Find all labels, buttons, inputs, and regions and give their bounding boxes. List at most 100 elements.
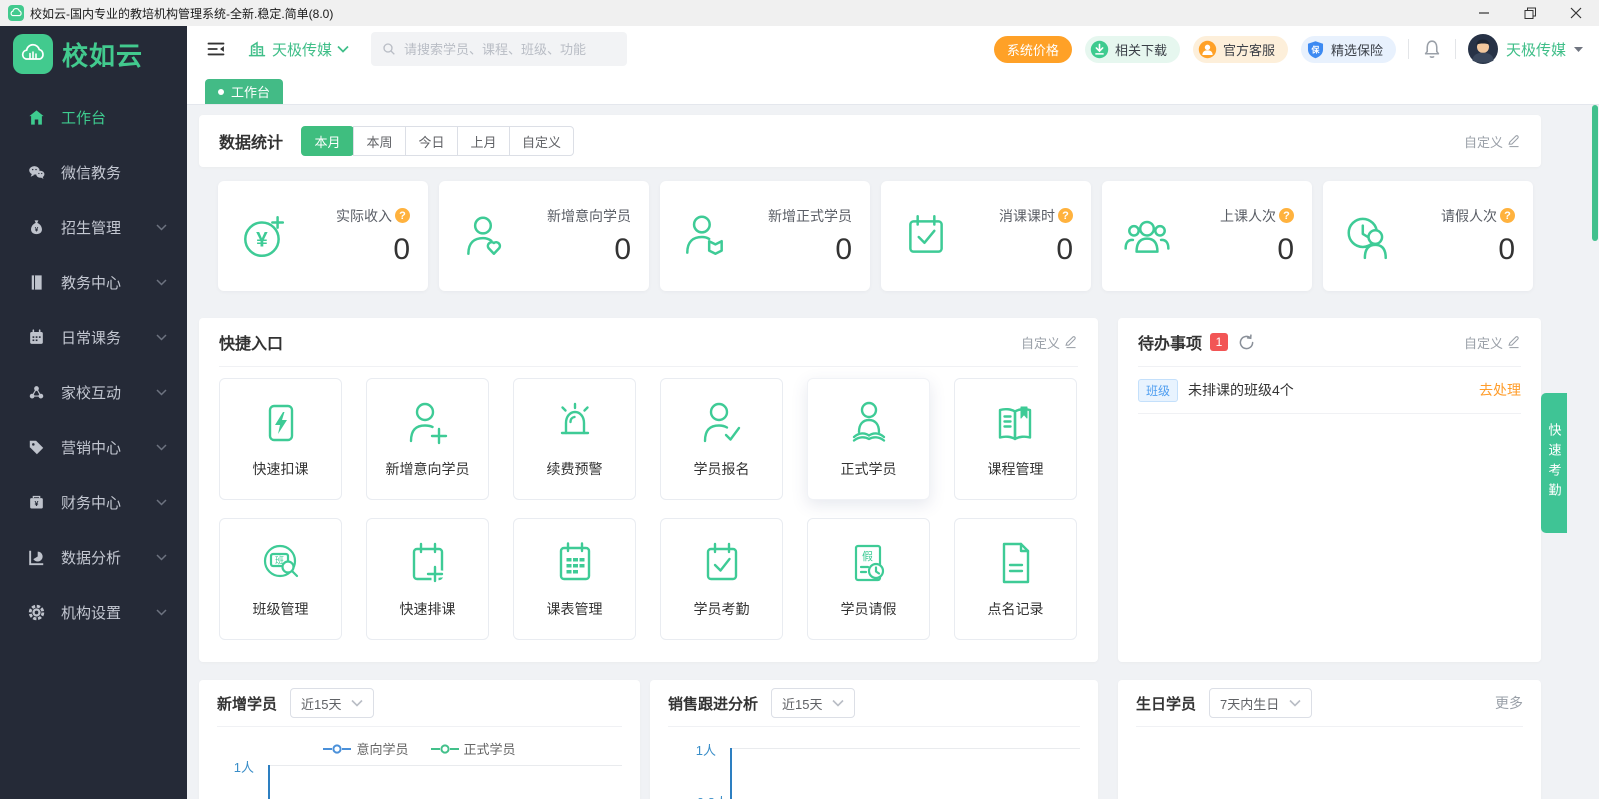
- pill-label: 精选保险: [1331, 40, 1383, 59]
- building-icon: [247, 39, 267, 59]
- quick-attendance-tab[interactable]: 快速考勤: [1541, 393, 1567, 533]
- legend-label: 意向学员: [356, 739, 408, 758]
- scrollbar-thumb[interactable]: [1592, 105, 1598, 241]
- shortcut-student-enroll[interactable]: 学员报名: [660, 378, 783, 500]
- shortcuts-panel: 快捷入口 自定义 快速扣课 新增意向学员 续费预警: [199, 318, 1098, 662]
- sidebar-item-enrollment[interactable]: ¥ 招生管理: [0, 200, 187, 255]
- stat-value: 0: [1056, 233, 1073, 267]
- sidebar-item-wechat[interactable]: 微信教务: [0, 145, 187, 200]
- system-price-button[interactable]: 系统价格: [994, 36, 1072, 63]
- shortcut-student-attendance[interactable]: 学员考勤: [660, 518, 783, 640]
- sidebar-item-settings[interactable]: 机构设置: [0, 585, 187, 640]
- shortcut-add-intent-student[interactable]: 新增意向学员: [366, 378, 489, 500]
- shortcut-renewal-warning[interactable]: 续费预警: [513, 378, 636, 500]
- insurance-button[interactable]: 保 精选保险: [1301, 36, 1396, 63]
- service-icon: [1198, 40, 1217, 59]
- stat-card-income[interactable]: ¥ 实际收入? 0: [218, 181, 428, 291]
- sidebar-item-marketing[interactable]: 营销中心: [0, 420, 187, 475]
- home-icon: [27, 108, 46, 127]
- filter-today[interactable]: 今日: [405, 126, 458, 156]
- close-button[interactable]: [1553, 0, 1599, 26]
- stat-label: 实际收入: [336, 206, 392, 226]
- tab-workbench[interactable]: 工作台: [205, 79, 283, 104]
- shortcut-timetable[interactable]: 课表管理: [513, 518, 636, 640]
- sidebar-item-finance[interactable]: ¥ 财务中心: [0, 475, 187, 530]
- collapse-menu-icon[interactable]: [205, 39, 227, 59]
- shortcut-student-leave[interactable]: 假 学员请假: [807, 518, 930, 640]
- refresh-icon[interactable]: [1238, 334, 1255, 351]
- chevron-down-icon: [1289, 699, 1301, 707]
- yuan-glyph: ¥: [256, 228, 268, 251]
- stat-card-new-intent-students[interactable]: 新增意向学员 0: [439, 181, 649, 291]
- filter-this-month[interactable]: 本月: [301, 126, 354, 156]
- pencil-icon: [1507, 335, 1521, 349]
- sidebar-item-home-school[interactable]: 家校互动: [0, 365, 187, 420]
- stat-label: 新增意向学员: [547, 206, 631, 226]
- shortcut-course-management[interactable]: 课程管理: [954, 378, 1077, 500]
- filter-this-week[interactable]: 本周: [353, 126, 406, 156]
- app-window: 校如云-国内专业的教培机构管理系统-全新.稳定.简单(8.0) 校如云 工作台: [0, 0, 1599, 799]
- help-icon[interactable]: ?: [1058, 208, 1073, 223]
- search-input[interactable]: [404, 42, 614, 57]
- org-switcher[interactable]: 天极传媒: [247, 39, 349, 60]
- share-icon: [27, 383, 46, 402]
- filter-custom[interactable]: 自定义: [509, 126, 574, 156]
- pill-label: 系统价格: [1007, 40, 1059, 59]
- shortcuts-customize-button[interactable]: 自定义: [1021, 333, 1078, 352]
- sidebar-item-academic[interactable]: 教务中心: [0, 255, 187, 310]
- legend-formal-students[interactable]: 正式学员: [431, 739, 516, 758]
- help-icon[interactable]: ?: [395, 208, 410, 223]
- shortcut-label: 课程管理: [988, 459, 1044, 479]
- shortcut-formal-students[interactable]: 正式学员: [807, 378, 930, 500]
- y-axis-tick: 0.8人: [697, 792, 728, 799]
- shortcut-label: 快速扣课: [253, 459, 309, 479]
- sidebar-logo[interactable]: 校如云: [0, 26, 187, 82]
- shortcut-class-management[interactable]: 班 班级管理: [219, 518, 342, 640]
- stat-card-new-formal-students[interactable]: 新增正式学员 0: [660, 181, 870, 291]
- todo-item-action-link[interactable]: 去处理: [1479, 380, 1521, 400]
- minimize-button[interactable]: [1461, 0, 1507, 26]
- book-icon: [27, 273, 46, 292]
- legend-label: 正式学员: [464, 739, 516, 758]
- select-value: 7天内生日: [1220, 694, 1279, 713]
- window-titlebar: 校如云-国内专业的教培机构管理系统-全新.稳定.简单(8.0): [0, 0, 1599, 26]
- pencil-icon: [1064, 335, 1078, 349]
- sales-period-select[interactable]: 近15天: [771, 688, 855, 718]
- shortcut-quick-deduct[interactable]: 快速扣课: [219, 378, 342, 500]
- help-icon[interactable]: ?: [1279, 208, 1294, 223]
- help-icon[interactable]: ?: [1500, 208, 1515, 223]
- stat-card-consumed-hours[interactable]: 消课课时? 0: [881, 181, 1091, 291]
- stat-card-attendance-count[interactable]: 上课人次? 0: [1102, 181, 1312, 291]
- filter-last-month[interactable]: 上月: [457, 126, 510, 156]
- birthday-period-select[interactable]: 7天内生日: [1209, 688, 1312, 718]
- notifications-bell-icon[interactable]: [1421, 37, 1443, 61]
- main-content: 数据统计 本月 本周 今日 上月 自定义 自定义 ¥ 实际收入? 0: [187, 105, 1599, 799]
- chevron-down-icon: [156, 499, 167, 506]
- calendar-icon: [27, 328, 46, 347]
- page-tabstrip: 工作台: [187, 72, 1599, 105]
- tab-label: 工作台: [231, 82, 270, 101]
- new-students-period-select[interactable]: 近15天: [290, 688, 374, 718]
- sidebar-item-workbench[interactable]: 工作台: [0, 90, 187, 145]
- sidebar-item-daily-courses[interactable]: 日常课务: [0, 310, 187, 365]
- shortcut-rollcall-records[interactable]: 点名记录: [954, 518, 1077, 640]
- todo-customize-button[interactable]: 自定义: [1464, 333, 1521, 352]
- shortcut-quick-schedule[interactable]: 快速排课: [366, 518, 489, 640]
- legend-intent-students[interactable]: 意向学员: [323, 739, 408, 758]
- stat-card-leave-count[interactable]: 请假人次? 0: [1323, 181, 1533, 291]
- shortcut-label: 班级管理: [253, 599, 309, 619]
- downloads-button[interactable]: 相关下载: [1085, 36, 1180, 63]
- divider: [1408, 39, 1409, 59]
- people-icon: [1122, 211, 1172, 261]
- stats-title: 数据统计: [219, 129, 283, 153]
- birthday-more-link[interactable]: 更多: [1495, 693, 1523, 713]
- shortcut-label: 正式学员: [841, 459, 897, 479]
- customer-service-button[interactable]: 官方客服: [1193, 36, 1288, 63]
- shortcut-label: 点名记录: [988, 599, 1044, 619]
- restore-button[interactable]: [1507, 0, 1553, 26]
- alarm-icon: [551, 395, 599, 451]
- stats-customize-button[interactable]: 自定义: [1464, 132, 1521, 151]
- sidebar-item-analytics[interactable]: 数据分析: [0, 530, 187, 585]
- sales-title: 销售跟进分析: [668, 693, 758, 714]
- user-menu[interactable]: 天极传媒: [1468, 34, 1583, 64]
